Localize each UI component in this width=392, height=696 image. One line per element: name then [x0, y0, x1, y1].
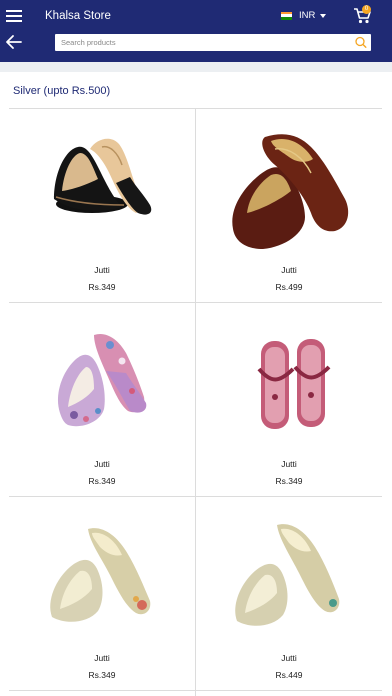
- product-card[interactable]: Jutti Rs.349: [9, 497, 195, 691]
- category-title: Silver (upto Rs.500): [13, 85, 111, 97]
- product-image: [50, 528, 151, 622]
- product-name: Jutti: [281, 653, 297, 663]
- product-price: Rs.499: [275, 282, 303, 292]
- cart-button[interactable]: 0: [353, 5, 375, 25]
- product-card[interactable]: Jutti Rs.349: [9, 303, 195, 497]
- product-name: Jutti: [94, 459, 110, 469]
- product-price: Rs.449: [275, 670, 303, 680]
- product-price: Rs.349: [88, 670, 116, 680]
- store-title: Khalsa Store: [45, 10, 111, 22]
- product-card[interactable]: Jutti Rs.499: [196, 109, 382, 303]
- cart-count-badge: 0: [362, 5, 371, 14]
- product-card[interactable]: Jutti Rs.349: [196, 303, 382, 497]
- product-price: Rs.349: [88, 282, 116, 292]
- product-image: [232, 134, 349, 249]
- product-image: [257, 339, 331, 429]
- back-button[interactable]: [5, 34, 23, 50]
- product-price: Rs.349: [88, 476, 116, 486]
- product-name: Jutti: [94, 653, 110, 663]
- search-icon[interactable]: [354, 36, 367, 49]
- menu-icon[interactable]: [6, 9, 22, 23]
- product-image: [54, 138, 152, 215]
- arrow-left-icon: [6, 35, 22, 49]
- product-image: [235, 524, 340, 626]
- product-name: Jutti: [281, 265, 297, 275]
- chevron-down-icon: [320, 13, 327, 18]
- product-name: Jutti: [281, 459, 297, 469]
- product-image: [57, 333, 147, 427]
- header-divider-band: [0, 62, 392, 72]
- currency-selector[interactable]: INR: [281, 10, 327, 21]
- product-price: Rs.349: [275, 476, 303, 486]
- currency-label: INR: [299, 10, 316, 21]
- search-bar: [55, 34, 371, 51]
- product-card[interactable]: Jutti Rs.349: [9, 109, 195, 303]
- product-name: Jutti: [94, 265, 110, 275]
- product-card[interactable]: Jutti Rs.449: [196, 497, 382, 691]
- search-input[interactable]: [55, 34, 345, 51]
- top-app-bar: Khalsa Store INR 0: [0, 0, 392, 62]
- india-flag-icon: [281, 11, 292, 20]
